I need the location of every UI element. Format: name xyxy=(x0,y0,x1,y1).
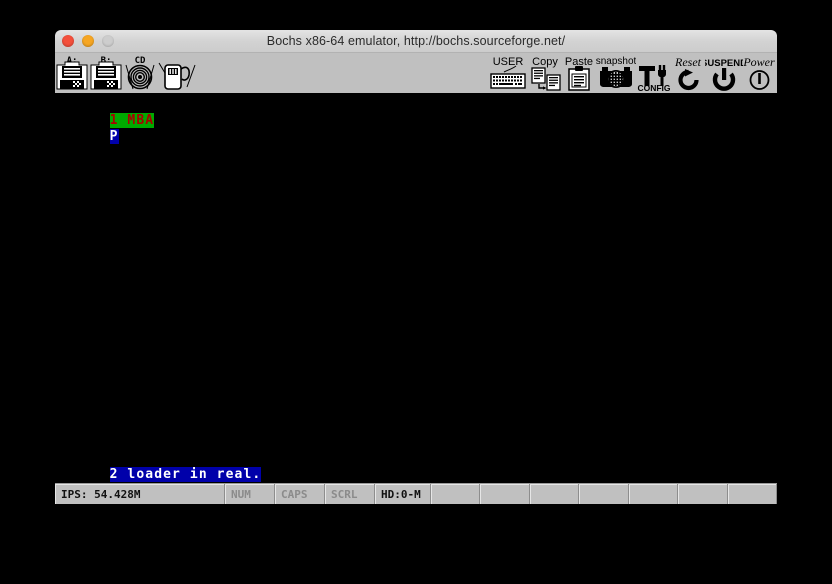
reset-arrow-icon: Reset xyxy=(672,53,705,93)
status-blank-cell xyxy=(728,484,777,504)
toolbar-button-reset[interactable]: Reset xyxy=(672,53,705,93)
toolbar-button-user[interactable]: USER xyxy=(488,53,528,93)
svg-text:SUSPEND: SUSPEND xyxy=(705,58,743,69)
status-ips: IPS: 54.428M xyxy=(55,484,225,504)
floppy-disk-a-icon: A: xyxy=(55,53,89,93)
power-circle-icon: Power xyxy=(743,53,776,93)
mouse-icon xyxy=(157,53,197,93)
vga-cursor-segment: P xyxy=(109,129,119,144)
toolbar-button-suspend[interactable]: SUSPEND xyxy=(705,53,743,93)
svg-text:Power: Power xyxy=(743,55,775,69)
toolbar-button-copy[interactable]: Copy xyxy=(528,53,562,93)
status-scroll-lock: SCRL xyxy=(325,484,375,504)
status-blank-cell xyxy=(629,484,679,504)
floppy-disk-b-icon: B: xyxy=(89,53,123,93)
toolbar-button-power[interactable]: Power xyxy=(743,53,776,93)
svg-text:USER: USER xyxy=(493,56,524,68)
window-title-bar[interactable]: Bochs x86-64 emulator, http://bochs.sour… xyxy=(55,30,777,53)
cdrom-icon: CD xyxy=(123,53,157,93)
svg-text:CONFIG: CONFIG xyxy=(637,83,670,93)
close-button[interactable] xyxy=(62,35,74,47)
vga-text-line: P xyxy=(56,114,119,159)
svg-text:Copy: Copy xyxy=(532,56,558,68)
status-blank-cell xyxy=(480,484,530,504)
svg-text:CD: CD xyxy=(135,56,146,66)
suspend-power-icon: SUSPEND xyxy=(705,53,743,93)
status-caps-lock: CAPS xyxy=(275,484,325,504)
paste-icon: Paste xyxy=(562,53,596,93)
keyboard-icon: USER xyxy=(488,53,528,93)
toolbar-button-config[interactable]: CONFIG xyxy=(636,53,672,93)
toolbar-right-group: USER Copy Paste snapshot CONFIG Reset US… xyxy=(488,53,776,93)
toolbar-button-floppy-b[interactable]: B: xyxy=(89,53,123,93)
tools-icon: CONFIG xyxy=(636,53,672,93)
status-blank-cell xyxy=(530,484,580,504)
status-blank-cell xyxy=(579,484,629,504)
minimize-button[interactable] xyxy=(82,35,94,47)
status-blank-cell xyxy=(678,484,728,504)
window-controls xyxy=(62,30,114,52)
bochs-emulator-window: Bochs x86-64 emulator, http://bochs.sour… xyxy=(55,30,777,504)
toolbar-button-mouse[interactable] xyxy=(157,53,197,93)
maximize-button[interactable] xyxy=(102,35,114,47)
toolbar-button-snapshot[interactable]: snapshot xyxy=(596,53,636,93)
toolbar-button-paste[interactable]: Paste xyxy=(562,53,596,93)
camera-icon: snapshot xyxy=(596,53,636,93)
status-hard-disk: HD:0-M xyxy=(375,484,431,504)
toolbar-left-group: A: B: CD xyxy=(55,53,197,93)
svg-text:Reset: Reset xyxy=(674,55,702,69)
emulator-toolbar: A: B: CD USER Copy Paste snapshot CONFIG… xyxy=(55,53,777,94)
svg-text:snapshot: snapshot xyxy=(596,56,636,67)
window-title: Bochs x86-64 emulator, http://bochs.sour… xyxy=(266,34,566,48)
toolbar-button-cdrom[interactable]: CD xyxy=(123,53,157,93)
copy-icon: Copy xyxy=(528,53,562,93)
status-num-lock: NUM xyxy=(225,484,275,504)
emulator-status-bar: IPS: 54.428M NUM CAPS SCRL HD:0-M xyxy=(55,483,777,504)
vga-screen[interactable]: 1 MBA P 2 loader in real. xyxy=(55,94,777,483)
vga-text-line: 2 loader in real. xyxy=(56,452,262,483)
vga-status-line-segment: 2 loader in real. xyxy=(109,467,262,482)
status-blank-cell xyxy=(431,484,481,504)
toolbar-button-floppy-a[interactable]: A: xyxy=(55,53,89,93)
